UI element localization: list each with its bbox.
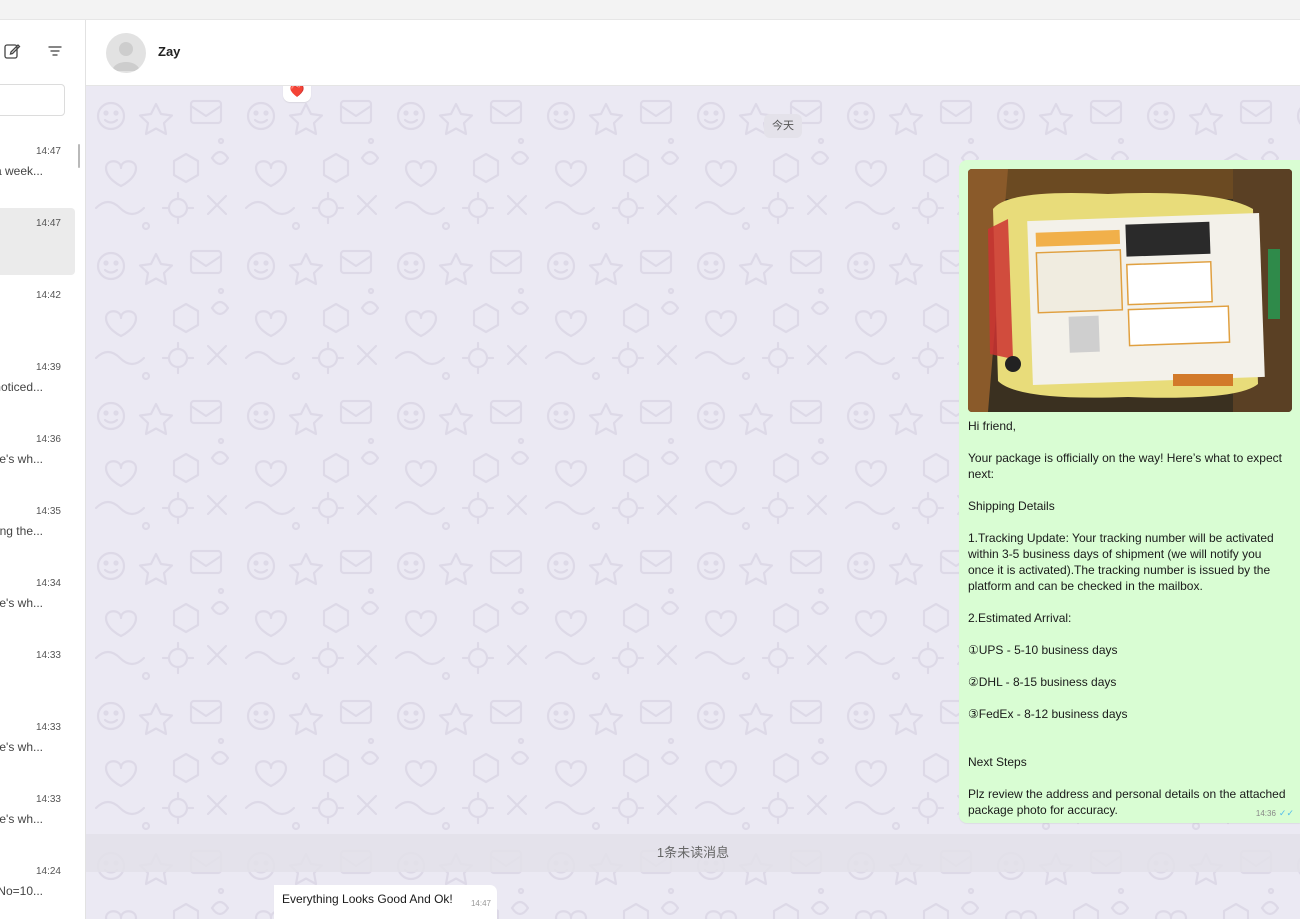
compose-icon[interactable] <box>3 42 21 60</box>
outgoing-message[interactable]: Hi friend, Your package is officially on… <box>959 160 1300 823</box>
conversation-preview: No=10... <box>0 884 43 898</box>
chat-list-sidebar: 14:47a week...14:4714:4214:39noticed...1… <box>0 20 86 919</box>
read-ticks-icon: ✓✓ <box>1278 808 1294 818</box>
conversation-item[interactable]: 14:33 <box>0 640 75 707</box>
conversation-item[interactable]: 14:42 <box>0 280 75 347</box>
conversation-time: 14:36 <box>35 434 61 445</box>
unread-banner: 1条未读消息 <box>86 834 1300 872</box>
incoming-message-text: Everything Looks Good And Ok! <box>282 892 453 906</box>
conversation-time: 14:39 <box>35 362 61 373</box>
conversation-preview: ng the... <box>0 524 43 538</box>
chat-header: Zay <box>86 20 1300 86</box>
incoming-message[interactable]: Everything Looks Good And Ok! 14:47 <box>274 885 497 919</box>
date-divider: 今天 <box>764 114 802 138</box>
conversation-time: 14:24 <box>35 866 61 877</box>
message-area: ❤️ 今天 Hi friend, Your package is officia… <box>86 86 1300 919</box>
contact-name[interactable]: Zay <box>158 44 180 59</box>
conversation-item[interactable]: 14:47 a week... <box>0 136 75 203</box>
conversation-item[interactable]: 14:36 re's wh... <box>0 424 75 491</box>
window-title-strip <box>0 0 1300 20</box>
search-input[interactable] <box>0 84 65 116</box>
conversation-preview: re's wh... <box>0 596 43 610</box>
conversation-time: 14:34 <box>35 578 61 589</box>
conversation-item[interactable]: 14:33 re's wh... <box>0 784 75 851</box>
conversation-item[interactable]: 14:24 No=10... <box>0 856 75 919</box>
conversation-time: 14:47 <box>35 218 61 229</box>
conversation-time: 14:35 <box>35 506 61 517</box>
conversation-time: 14:47 <box>35 146 61 157</box>
avatar[interactable] <box>106 33 146 73</box>
conversation-time: 14:33 <box>35 722 61 733</box>
conversation-time: 14:33 <box>35 650 61 661</box>
conversation-item[interactable]: 14:33 re's wh... <box>0 712 75 779</box>
sidebar-scrollbar[interactable] <box>78 144 80 168</box>
conversation-preview: re's wh... <box>0 740 43 754</box>
reaction-heart[interactable]: ❤️ <box>283 86 311 102</box>
conversation-preview: noticed... <box>0 380 43 394</box>
message-text: Hi friend, Your package is officially on… <box>968 419 1286 817</box>
conversation-time: 14:42 <box>35 290 61 301</box>
conversation-item[interactable]: 14:39 noticed... <box>0 352 75 419</box>
conversation-item[interactable]: 14:34 re's wh... <box>0 568 75 635</box>
incoming-message-time: 14:47 <box>470 899 491 908</box>
conversation-item[interactable]: 14:47 <box>0 208 75 275</box>
filter-icon[interactable] <box>46 42 64 60</box>
conversation-preview: re's wh... <box>0 812 43 826</box>
message-meta: 14:36 ✓✓ <box>1256 808 1294 819</box>
conversation-preview: re's wh... <box>0 452 43 466</box>
message-time: 14:36 <box>1255 809 1276 818</box>
conversation-item[interactable]: 14:35 ng the... <box>0 496 75 563</box>
conversation-time: 14:33 <box>35 794 61 805</box>
conversation-preview: a week... <box>0 164 43 178</box>
package-photo[interactable] <box>968 169 1292 412</box>
